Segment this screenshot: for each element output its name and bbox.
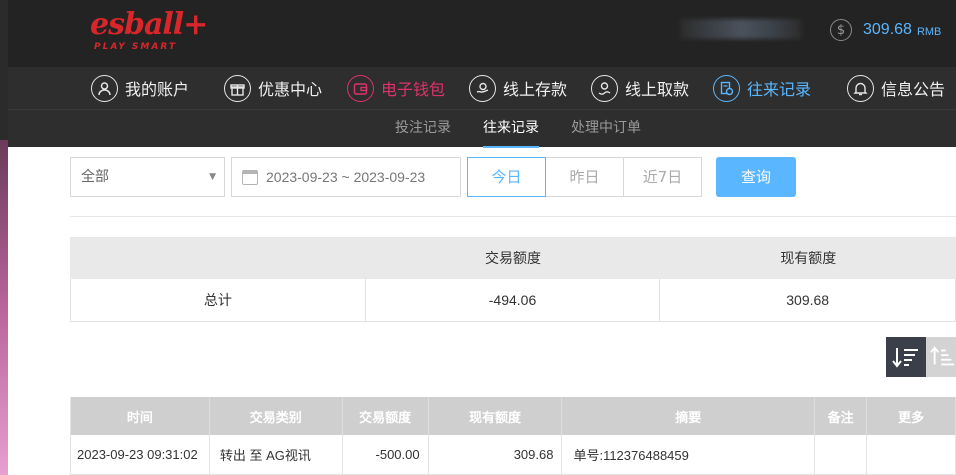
col-header-type[interactable]: 交易类别: [210, 397, 343, 435]
nav-online-deposit[interactable]: 线上存款: [469, 72, 567, 104]
summary-header: 交易额度 现有额度: [70, 237, 956, 279]
query-button[interactable]: 查询: [716, 157, 796, 197]
summary-current-balance: 309.68: [786, 292, 830, 308]
col-header-summary[interactable]: 摘要: [562, 397, 816, 435]
top-header: esball+ PLAY SMART $ 309.68 RMB: [8, 0, 956, 67]
nav-label: 线上取款: [625, 80, 690, 99]
summary-header-cell: 现有额度: [780, 250, 837, 266]
gift-icon: [224, 74, 251, 102]
nav-label: 往来记录: [747, 80, 812, 99]
divider: [70, 216, 956, 217]
summary-total-label: 总计: [71, 279, 366, 321]
nav-label: 优惠中心: [258, 80, 323, 99]
today-button[interactable]: 今日: [467, 157, 546, 197]
type-select-value: 全部: [81, 169, 109, 185]
summary-transaction-amount: -494.06: [366, 279, 661, 321]
cell-balance: 309.68: [429, 435, 563, 474]
logo-text: esball+: [90, 7, 208, 42]
deposit-icon: [469, 74, 496, 102]
sort-descending-button[interactable]: [886, 337, 926, 377]
nav-label: 线上存款: [503, 80, 568, 99]
summary-table: 交易额度 现有额度 总计 -494.06 309.68: [70, 237, 956, 322]
balance-amount: 309.68: [863, 21, 912, 38]
col-header-remark[interactable]: 备注: [815, 397, 868, 435]
sort-asc-icon: [930, 346, 955, 366]
nav-announcements[interactable]: 信息公告: [847, 72, 945, 104]
nav-e-wallet[interactable]: 电子钱包: [347, 72, 445, 104]
bell-icon: [847, 74, 874, 102]
cell-summary: 单号:112376488459: [562, 435, 816, 474]
col-header-balance[interactable]: 现有额度: [429, 397, 563, 435]
logo[interactable]: esball+ PLAY SMART: [90, 7, 208, 53]
col-header-more[interactable]: 更多: [867, 397, 956, 435]
sort-desc-icon: [892, 348, 918, 368]
nav-online-withdraw[interactable]: 线上取款: [591, 72, 689, 104]
balance-display: $ 309.68 RMB: [830, 19, 941, 41]
withdraw-icon: [591, 74, 618, 102]
table-row[interactable]: 2023-09-23 09:31:02 转出 至 AG视讯 -500.00 30…: [71, 435, 956, 475]
records-icon: [713, 74, 740, 102]
type-select[interactable]: 全部 ▼: [70, 157, 225, 197]
cell-amount: -500.00: [343, 435, 429, 474]
nav-my-account[interactable]: 我的账户: [91, 72, 189, 104]
nav-promotions[interactable]: 优惠中心: [224, 72, 322, 104]
summary-header-cell: 交易额度: [484, 250, 541, 266]
balance-currency: RMB: [916, 25, 942, 38]
nav-label: 我的账户: [125, 80, 190, 99]
cell-remark: [815, 435, 868, 474]
desktop-background: [0, 140, 8, 475]
sub-nav: 投注记录 往来记录 处理中订单: [8, 109, 956, 148]
coin-icon: $: [830, 19, 852, 41]
summary-header-cell: [70, 237, 365, 279]
subnav-pending-orders[interactable]: 处理中订单: [571, 110, 641, 148]
cell-more[interactable]: [867, 435, 956, 474]
yesterday-button[interactable]: 昨日: [545, 157, 624, 197]
records-header: 时间 交易类别 交易额度 现有额度 摘要 备注 更多: [71, 397, 956, 435]
user-icon: [91, 74, 118, 102]
caret-down-icon: ▼: [209, 172, 216, 182]
subnav-transaction-records[interactable]: 往来记录: [483, 110, 539, 148]
summary-row: 总计 -494.06 309.68: [70, 279, 956, 322]
left-edge-strip: [0, 0, 8, 475]
calendar-icon: [242, 169, 258, 185]
nav-label: 电子钱包: [381, 80, 446, 99]
nav-label: 信息公告: [881, 80, 946, 99]
cell-time: 2023-09-23 09:31:02: [71, 435, 210, 474]
last-7-days-button[interactable]: 近7日: [623, 157, 702, 197]
col-header-amount[interactable]: 交易额度: [343, 397, 429, 435]
records-table: 时间 交易类别 交易额度 现有额度 摘要 备注 更多 2023-09-23 09…: [70, 397, 956, 475]
col-header-time[interactable]: 时间: [71, 397, 210, 435]
cell-type: 转出 至 AG视讯: [210, 435, 343, 474]
subnav-bet-records[interactable]: 投注记录: [395, 110, 451, 148]
logo-tagline: PLAY SMART: [94, 42, 177, 52]
nav-transaction-records[interactable]: 往来记录: [713, 72, 811, 104]
wallet-icon: [347, 74, 374, 102]
sort-ascending-button[interactable]: [926, 337, 956, 377]
username-redacted: [680, 19, 802, 39]
quick-date-buttons: 今日 昨日 近7日: [467, 157, 702, 197]
date-range-value: 2023-09-23 ~ 2023-09-23: [266, 169, 426, 185]
main-nav: 我的账户 优惠中心 电子钱包 线上存款 线上取款 往来记录 信息公告: [8, 67, 956, 109]
date-range-input[interactable]: 2023-09-23 ~ 2023-09-23: [231, 157, 461, 197]
